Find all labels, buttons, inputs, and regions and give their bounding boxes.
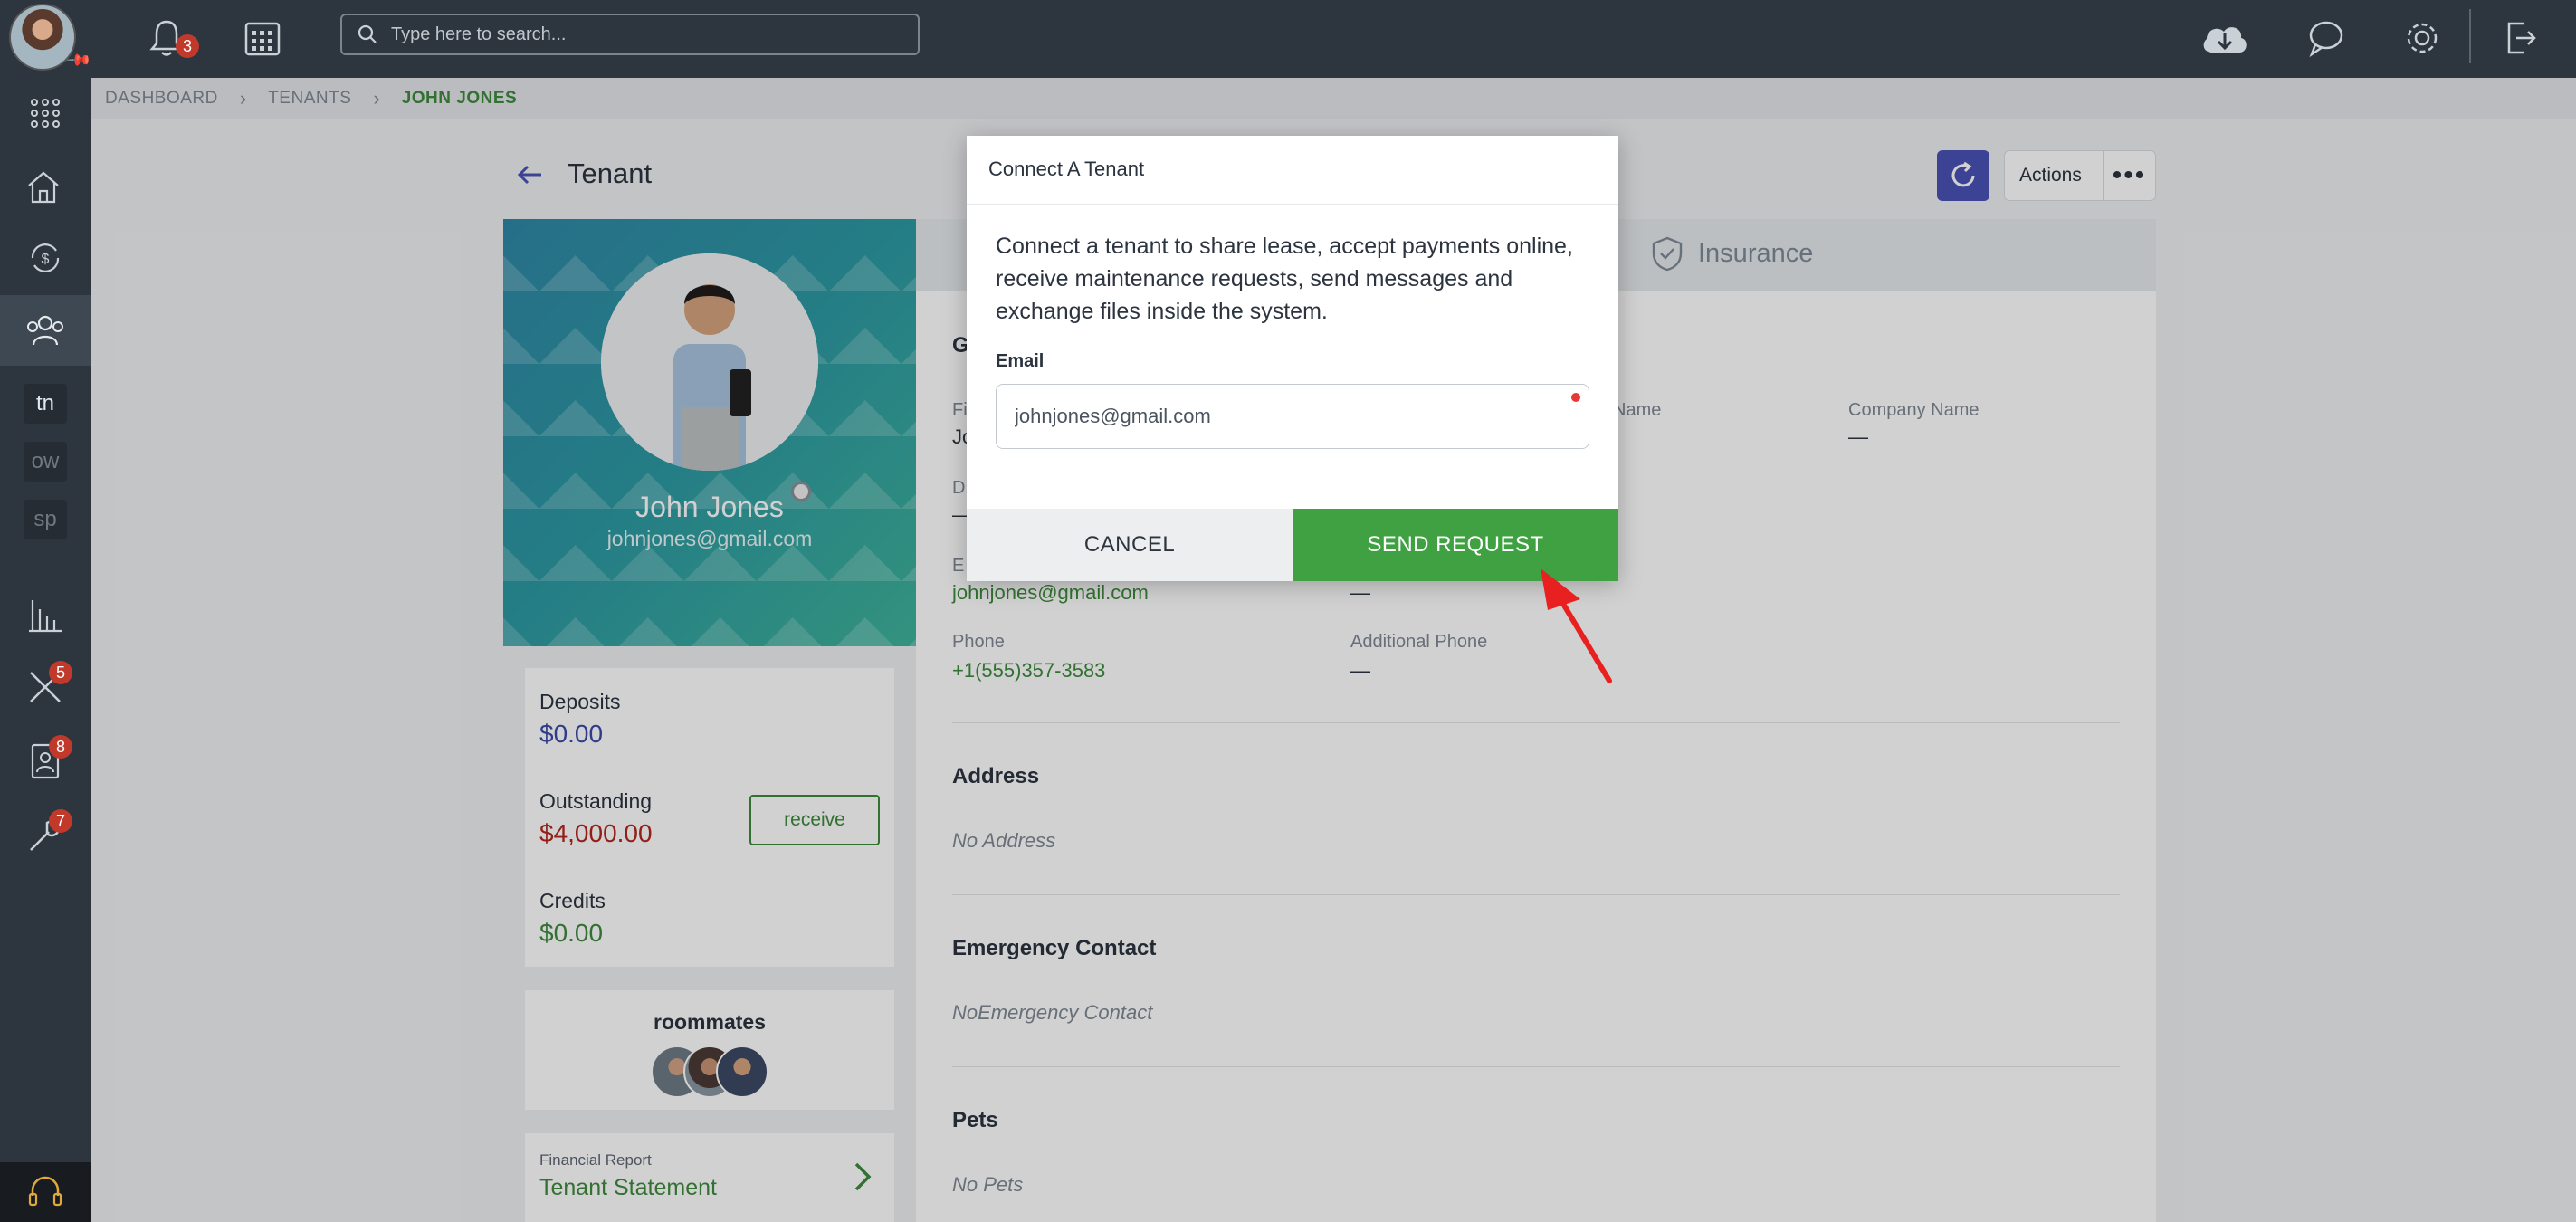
calendar-grid-icon — [244, 22, 281, 56]
tools-badge: 7 — [49, 809, 72, 833]
sidebar-item-people[interactable] — [0, 295, 91, 366]
sidebar-item-apps[interactable] — [0, 78, 91, 148]
sidebar-item-maintenance[interactable]: 5 — [0, 652, 91, 722]
email-field-label: Email — [996, 351, 1045, 371]
cancel-button[interactable]: CANCEL — [967, 509, 1293, 581]
sidebar: $ tn ow sp 5 8 7 — [0, 78, 91, 1222]
sidebar-item-label: ow — [24, 442, 67, 482]
sidebar-item-service-pros[interactable]: sp — [0, 498, 91, 541]
sidebar-item-owners[interactable]: ow — [0, 440, 91, 483]
help-button[interactable] — [0, 1162, 91, 1222]
people-icon — [27, 315, 63, 346]
pointer-arrow-annotation — [1541, 568, 1612, 683]
cloud-download-icon — [2203, 27, 2247, 53]
apps-grid-icon — [31, 99, 60, 128]
sidebar-item-tenants[interactable]: tn — [0, 382, 91, 425]
sidebar-item-tools[interactable]: 7 — [0, 800, 91, 871]
global-search[interactable] — [340, 14, 920, 55]
payments-icon: $ — [31, 243, 60, 272]
logout-icon — [2507, 22, 2536, 54]
top-bar: 📌 3 — [0, 0, 2576, 78]
sidebar-item-reports[interactable] — [0, 579, 91, 650]
download-button[interactable] — [2198, 14, 2252, 62]
chat-bubble-icon — [2309, 21, 2343, 58]
sidebar-item-label: tn — [24, 384, 67, 424]
messages-button[interactable] — [2303, 14, 2350, 62]
gear-icon — [2407, 23, 2438, 53]
topbar-divider — [2469, 9, 2471, 63]
required-indicator — [1571, 393, 1580, 402]
sidebar-item-label: sp — [24, 500, 67, 539]
notifications-badge: 3 — [176, 34, 199, 58]
maintenance-badge: 5 — [49, 661, 72, 684]
svg-text:$: $ — [42, 252, 50, 267]
headset-icon — [28, 1176, 62, 1207]
modal-description: Connect a tenant to share lease, accept … — [996, 234, 1573, 324]
sidebar-item-applications[interactable]: 8 — [0, 726, 91, 797]
search-icon — [358, 24, 377, 43]
connect-tenant-modal: Connect A Tenant Connect a tenant to sha… — [967, 136, 1618, 581]
email-field[interactable] — [996, 384, 1589, 449]
logout-button[interactable] — [2496, 14, 2543, 62]
settings-button[interactable] — [2399, 14, 2446, 62]
sidebar-item-payments[interactable]: $ — [0, 223, 91, 293]
search-input[interactable] — [391, 24, 898, 45]
calendar-button[interactable] — [239, 14, 286, 62]
reports-icon — [29, 600, 62, 633]
properties-icon — [28, 171, 59, 204]
sidebar-item-properties[interactable] — [0, 150, 91, 221]
notifications-button[interactable]: 3 — [143, 14, 199, 62]
applications-badge: 8 — [49, 735, 72, 759]
modal-title: Connect A Tenant — [967, 136, 1618, 205]
